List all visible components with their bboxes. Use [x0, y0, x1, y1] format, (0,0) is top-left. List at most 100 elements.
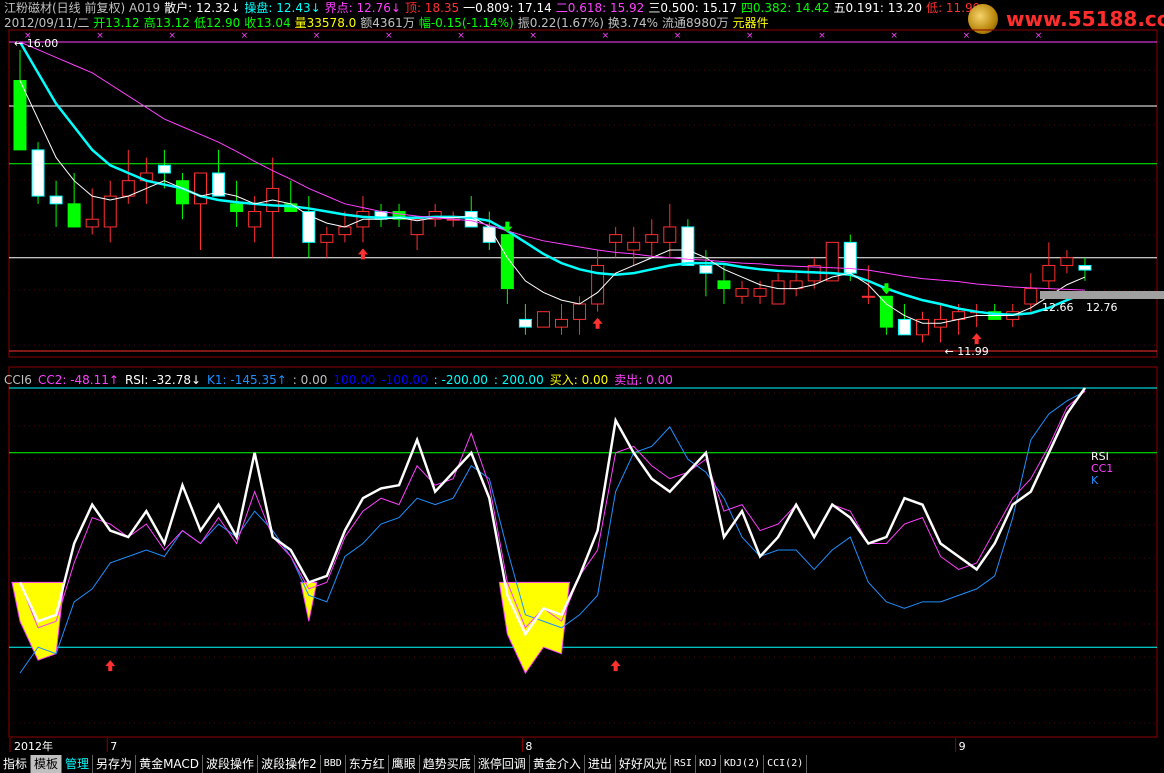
top-marker: × — [313, 31, 321, 41]
top-marker: × — [818, 31, 826, 41]
candle-body — [157, 164, 171, 174]
tab-0[interactable]: 指标 — [0, 755, 32, 773]
tab-9[interactable]: 鹰眼 — [389, 755, 420, 773]
last-price-left: 12.66 — [1042, 301, 1074, 314]
candle-body — [31, 149, 45, 197]
candle-body — [85, 218, 99, 228]
candle-body — [500, 234, 514, 290]
candle-body — [717, 280, 731, 290]
candle-body — [1078, 264, 1092, 271]
candle-body — [879, 295, 893, 328]
cci-pane-frame — [8, 366, 1158, 738]
candle-body — [518, 318, 532, 328]
top-marker: × — [96, 31, 104, 41]
tab-16[interactable]: KDJ — [696, 755, 721, 773]
candle-body — [1042, 264, 1056, 282]
tab-14[interactable]: 好好风光 — [616, 755, 671, 773]
x-axis-label-2: 8 — [525, 740, 532, 753]
candle-body — [230, 203, 244, 213]
top-marker: × — [457, 31, 465, 41]
cci-field-8: : 200.00 — [493, 373, 544, 387]
tab-5[interactable]: 波段操作 — [203, 755, 259, 773]
tab-7[interactable]: BBD — [321, 755, 346, 773]
top-marker: × — [385, 31, 393, 41]
indicator-tab-bar: 指标 模板 管理 另存为 黄金MACD 波段操作 波段操作2 BBD 东方红 鹰眼 趋势买底 涨停回调… — [0, 755, 1164, 773]
candle-body — [49, 195, 63, 205]
cci-field-1: CC2: -48.11↑ — [37, 373, 119, 387]
candle-body — [410, 218, 424, 236]
candle-body — [627, 241, 641, 251]
cci-buy-arrow-1 — [610, 660, 621, 672]
candle-body — [103, 195, 117, 228]
candle-body — [573, 303, 587, 320]
sell-arrow-down-0 — [502, 221, 513, 233]
cci-field-10: 卖出: 0.00 — [614, 373, 673, 387]
cci-field-2: RSI: -32.78↓ — [124, 373, 202, 387]
top-marker: × — [963, 31, 971, 41]
cci-field-9: 买入: 0.00 — [549, 373, 609, 387]
tab-12[interactable]: 黄金介入 — [530, 755, 585, 773]
tab-18[interactable]: CCI(2) — [764, 755, 808, 773]
tab-2[interactable]: 管理 — [62, 755, 94, 773]
candle-body — [771, 280, 785, 305]
candle-body — [338, 226, 352, 236]
top-marker: × — [746, 31, 754, 41]
candle-body — [1060, 257, 1074, 266]
candle-body — [753, 288, 767, 297]
buy-arrow-up-1 — [592, 317, 603, 329]
cci-title-line: CCI6 CC2: -48.11↑ RSI: -32.78↓ K1: -145.35↑… — [4, 371, 679, 388]
candle-body — [699, 264, 713, 274]
tab-11[interactable]: 涨停回调 — [475, 755, 530, 773]
cci-field-4: : 0.00 — [292, 373, 328, 387]
tab-3[interactable]: 另存为 — [93, 755, 137, 773]
candle-body — [897, 318, 911, 336]
cci-series-label-K: K — [1091, 474, 1099, 487]
candle-body — [13, 80, 27, 151]
last-price-right: 12.76 — [1086, 301, 1118, 314]
candle-body — [663, 226, 677, 243]
candle-body — [555, 318, 568, 328]
cci-field-6: -100.00 — [381, 373, 428, 387]
tab-13[interactable]: 进出 — [585, 755, 616, 773]
candle-body — [320, 234, 334, 243]
candle-body — [536, 311, 550, 328]
tab-17[interactable]: KDJ(2) — [721, 755, 765, 773]
candle-body — [735, 288, 749, 297]
tab-8[interactable]: 东方红 — [346, 755, 389, 773]
top-marker: × — [241, 31, 249, 41]
candle-body — [1024, 288, 1038, 305]
x-axis-label-3: 9 — [959, 740, 966, 753]
tab-4[interactable]: 黄金MACD — [136, 755, 204, 773]
x-axis-label-0: 2012年 — [14, 739, 53, 753]
tab-6[interactable]: 波段操作2 — [258, 755, 321, 773]
tab-15[interactable]: RSI — [671, 755, 696, 773]
x-axis-label-1: 7 — [110, 740, 117, 753]
cci-buy-arrow-0 — [105, 660, 116, 672]
high-price-label: ← 16.00 — [14, 37, 58, 50]
top-marker: × — [674, 31, 682, 41]
candle-body — [302, 211, 316, 243]
low-price-label: ← 11.99 — [945, 345, 989, 358]
candle-body — [645, 234, 659, 243]
candle-body — [175, 180, 189, 205]
sell-arrow-down-1 — [881, 283, 892, 295]
candle-body — [194, 172, 207, 205]
cci-field-3: K1: -145.35↑ — [207, 373, 287, 387]
last-price-bar — [1040, 291, 1164, 299]
top-marker: × — [602, 31, 610, 41]
tab-10[interactable]: 趋势买底 — [420, 755, 475, 773]
candle-body — [861, 295, 875, 298]
ma-line-2 — [19, 41, 1085, 291]
tab-1[interactable]: 模板 — [31, 755, 63, 773]
cci-field-7: : -200.00 — [433, 373, 488, 387]
top-marker: × — [1035, 31, 1043, 41]
candle-body — [248, 211, 262, 228]
cci-field-5: 100.00 — [333, 373, 376, 387]
top-marker: × — [168, 31, 176, 41]
candle-body — [609, 234, 623, 243]
buy-arrow-up-2 — [971, 333, 982, 345]
cci-field-0: CCI6 — [4, 373, 32, 387]
candle-body — [67, 203, 81, 228]
top-marker: × — [529, 31, 537, 41]
candle-body — [825, 241, 839, 282]
